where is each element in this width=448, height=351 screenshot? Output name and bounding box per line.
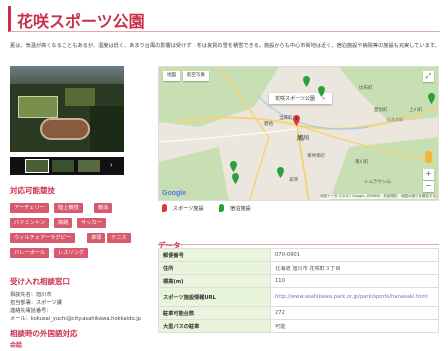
satellite-tab[interactable]: 航空写真	[183, 71, 209, 81]
contact-line: 連絡先電話番号：	[10, 308, 52, 314]
table-row: 標高(m) 110	[158, 274, 439, 288]
map-label: 比布町	[359, 86, 373, 91]
map-tab[interactable]: 地図	[163, 71, 180, 81]
zoom-in-button[interactable]: +	[423, 169, 434, 180]
languages-heading: 相談時の外国語対応	[10, 329, 78, 338]
map-info-title: 花咲スポーツ公園	[275, 96, 315, 102]
lodging-pin[interactable]	[318, 86, 325, 97]
sport-tag[interactable]: バドミントン	[10, 218, 50, 228]
table-row: 郵便番号 070-0901	[158, 248, 439, 262]
map-label: 当麻町	[279, 116, 293, 121]
facility-url-link[interactable]: http://www.asahikawa.park.or.jp/park/spo…	[270, 287, 439, 307]
table-value: 070-0901	[270, 248, 439, 262]
table-row: 駐車可能台数 272	[158, 306, 439, 320]
lodging-pin[interactable]	[303, 76, 310, 87]
street-view-pegman-icon[interactable]	[425, 151, 432, 163]
map-label: 石北本線	[387, 117, 403, 122]
table-key: 大型バスの駐車	[158, 319, 271, 333]
contact-line: メール：kokusai_yuchi@city.asahikawa.hokkaid…	[10, 316, 141, 322]
table-value: 可能	[270, 319, 439, 333]
next-arrow-icon[interactable]: ›	[110, 161, 113, 169]
table-row: 住所 北海道 旭川市 花咲町３丁目	[158, 261, 439, 275]
sport-tag[interactable]: テニス	[107, 233, 131, 243]
lodging-pin[interactable]	[232, 173, 239, 184]
sport-tag[interactable]: ウィルチェアーラグビー	[10, 233, 75, 243]
lodging-pin[interactable]	[277, 167, 284, 178]
sport-tag[interactable]: レスリング	[54, 248, 88, 258]
map-label: 美瑛	[289, 178, 298, 183]
legend-sports-label: スポーツ施設	[172, 205, 204, 212]
table-row: スポーツ施設情報URL http://www.asahikawa.park.or…	[158, 287, 439, 307]
map-legend: スポーツ施設 宿泊施設	[162, 204, 251, 212]
photo-thumbnail[interactable]	[78, 160, 100, 172]
photo-thumbnail[interactable]	[52, 160, 74, 172]
sport-tag[interactable]: 高跳	[54, 218, 73, 228]
table-key: スポーツ施設情報URL	[158, 287, 271, 307]
languages-line: 会話	[10, 342, 23, 349]
sports-heading: 対応可能競技	[10, 186, 55, 195]
sport-tag[interactable]: 卓球	[87, 233, 106, 243]
contact-line: 担当部署：スポーツ課	[10, 300, 62, 306]
map-attribution[interactable]: 地図データ ©2017 Google, ZENRIN 利用規約 地図の誤りを報告…	[319, 194, 436, 199]
contact-line: 相談先名：旭川市	[10, 292, 52, 298]
fullscreen-icon[interactable]: ⤢	[423, 71, 434, 82]
sport-tag[interactable]: アーチェリー	[10, 203, 49, 213]
lodging-pin[interactable]	[230, 161, 237, 172]
data-heading-bar: データ	[158, 233, 439, 250]
map-label: 東川町	[355, 160, 369, 165]
photo-thumbnail-strip: ›	[10, 157, 124, 175]
zoom-out-button[interactable]: −	[423, 181, 434, 192]
sport-tag[interactable]: 競泳	[94, 203, 113, 213]
page-title: 花咲スポーツ公園	[17, 12, 145, 31]
map-label: 鷹栖	[264, 122, 273, 127]
contact-info: 相談先名：旭川市 担当部署：スポーツ課 連絡先電話番号： メール：kokusai…	[10, 291, 141, 323]
page-title-bar: 花咲スポーツ公園	[8, 6, 440, 32]
map-label: 上川町	[409, 108, 423, 113]
table-row: 大型バスの駐車 可能	[158, 319, 439, 333]
table-key: 郵便番号	[158, 248, 271, 262]
sport-tag[interactable]: バレーボール	[10, 248, 50, 258]
facility-map[interactable]: 当麻町 比布町 愛別町 上川町 石北本線 旭川 東神楽町 東川町 美瑛 トムラウ…	[158, 66, 439, 201]
sports-pin-icon	[162, 204, 167, 212]
facility-data-table: 郵便番号 070-0901 住所 北海道 旭川市 花咲町３丁目 標高(m) 11…	[158, 248, 439, 333]
table-value: 北海道 旭川市 花咲町３丁目	[270, 261, 439, 275]
table-key: 標高(m)	[158, 274, 271, 288]
photo-thumbnail[interactable]	[25, 159, 49, 173]
facility-description: 夏は、気温が高くなることもあるが、湿度は低く、あまり台風の影響は受けず 冬は良質…	[10, 43, 440, 49]
sports-facility-pin[interactable]	[293, 115, 300, 126]
table-value: 110	[270, 274, 439, 288]
table-key: 住所	[158, 261, 271, 275]
table-key: 駐車可能台数	[158, 306, 271, 320]
facility-photo[interactable]	[10, 66, 124, 152]
lodging-pin[interactable]	[428, 93, 435, 104]
sport-tag[interactable]: 陸上競技	[54, 203, 83, 213]
legend-lodging-label: 宿泊施設	[230, 205, 251, 212]
map-label: 旭川	[297, 135, 310, 142]
map-label: トムラウシ山	[364, 180, 391, 185]
lodging-pin-icon	[219, 204, 225, 212]
contact-heading: 受け入れ相談窓口	[10, 277, 70, 286]
map-label: 愛別町	[374, 108, 388, 113]
sport-tag[interactable]: サッカー	[77, 218, 106, 228]
map-label: 東神楽町	[307, 154, 325, 159]
google-logo: Google	[162, 190, 187, 197]
table-value: 272	[270, 306, 439, 320]
